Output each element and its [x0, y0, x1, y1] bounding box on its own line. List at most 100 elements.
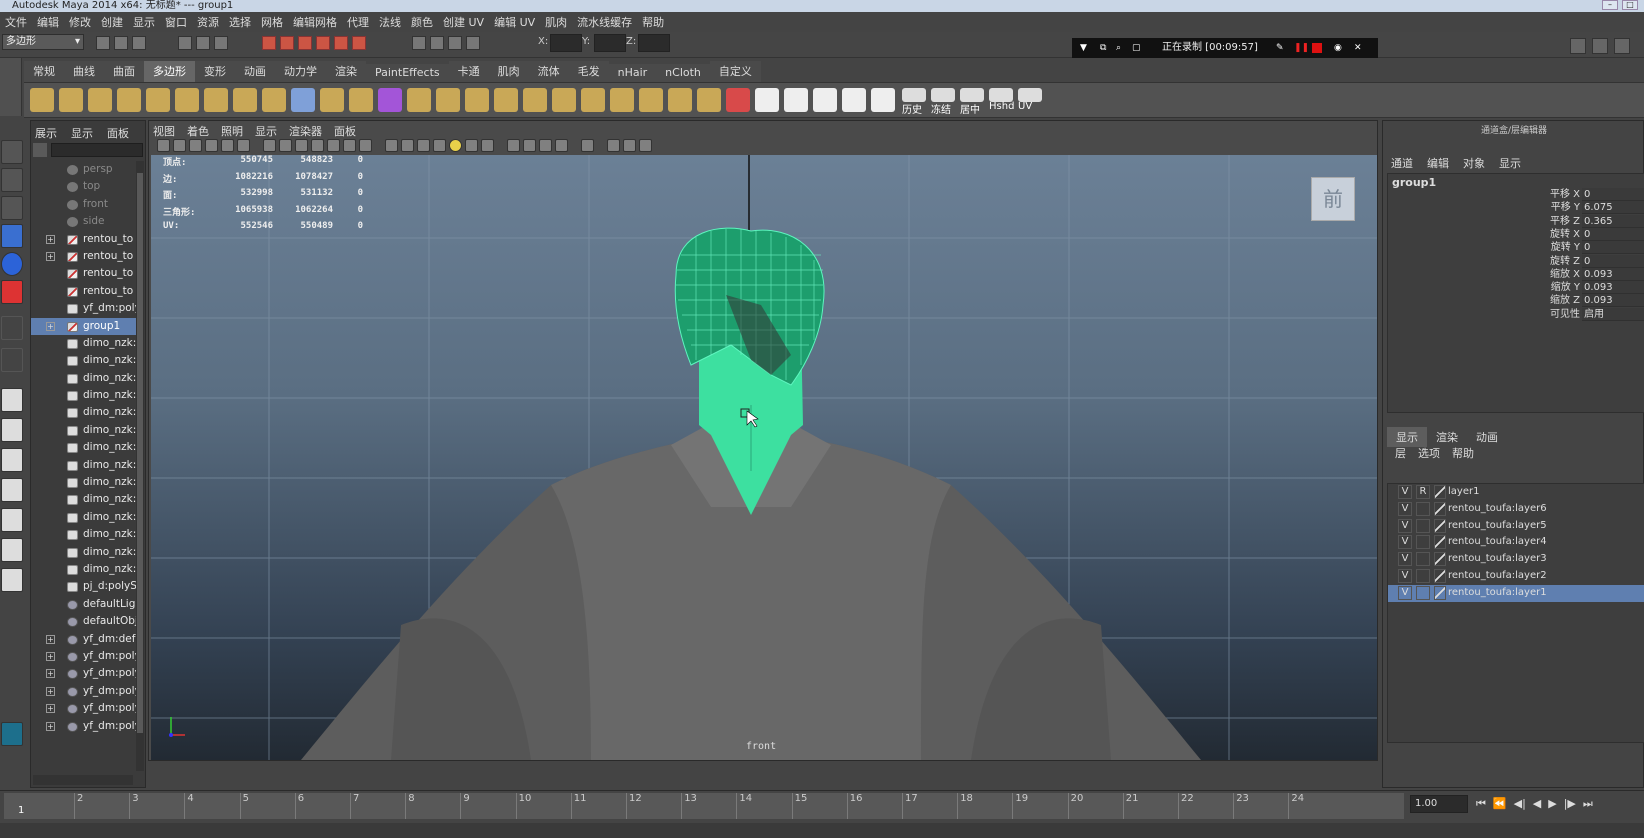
outliner-item[interactable]: + rentou_to [31, 231, 139, 248]
layer-row[interactable]: Vrentou_toufa:layer1 [1388, 584, 1644, 602]
close-icon[interactable]: ✕ [1354, 43, 1364, 53]
channel-value-field[interactable]: 0.093 [1582, 281, 1644, 295]
shelf-tool-icon[interactable] [407, 88, 431, 112]
resolution-gate-icon[interactable] [295, 139, 308, 152]
layer-reference-toggle[interactable] [1416, 568, 1430, 583]
shelf-tab[interactable]: nHair [608, 64, 657, 82]
channel-value-field[interactable]: 0.365 [1582, 214, 1644, 228]
menu-item[interactable]: 肌肉 [545, 14, 567, 30]
outliner-menu-item[interactable]: 面板 [107, 125, 129, 141]
shelf-tab[interactable]: 卡通 [448, 61, 489, 82]
layer-color-swatch[interactable] [1434, 518, 1446, 533]
outliner-item[interactable]: rentou_to [31, 265, 139, 282]
shelf-tool-icon[interactable] [842, 88, 866, 112]
maximize-button[interactable]: □ [1622, 0, 1638, 10]
shelf-tool-icon[interactable] [697, 88, 721, 112]
go-to-start-icon[interactable]: ⏮ [1476, 797, 1486, 811]
outliner-horizontal-scrollbar[interactable] [33, 775, 133, 785]
outliner-item[interactable]: defaultObj [31, 613, 139, 630]
channel-row[interactable]: 平移 Y 6.075 [1388, 201, 1644, 215]
menu-item[interactable]: 窗口 [165, 14, 187, 30]
outliner-item[interactable]: persp [31, 161, 139, 178]
shelf-tool-icon[interactable] [465, 88, 489, 112]
expand-icon[interactable]: + [46, 251, 55, 261]
outliner-item[interactable]: defaultLigh [31, 596, 139, 613]
select-component-icon[interactable] [214, 36, 228, 50]
hypershade-layout-icon[interactable] [1, 508, 23, 532]
layer-visibility-toggle[interactable]: V [1398, 585, 1412, 600]
select-object-icon[interactable] [196, 36, 210, 50]
expand-icon[interactable]: + [46, 686, 55, 696]
channel-box-menu-item[interactable]: 通道 [1391, 155, 1413, 171]
expand-icon[interactable]: + [46, 704, 55, 714]
channel-row[interactable]: 旋转 Y0 [1388, 241, 1644, 255]
viewport-menu-item[interactable]: 着色 [187, 123, 209, 139]
wireframe-on-shaded-icon[interactable] [417, 139, 430, 152]
channel-box-menu-item[interactable]: 对象 [1463, 155, 1485, 171]
layer-color-swatch[interactable] [1434, 585, 1446, 600]
channel-row[interactable]: 平移 X0 [1388, 188, 1644, 201]
shelf-tool-icon[interactable] [784, 88, 808, 112]
filter-icon[interactable] [33, 143, 47, 157]
tool-settings-icon[interactable] [1592, 38, 1608, 54]
persp-outliner-layout-icon[interactable] [1, 448, 23, 472]
shelf-tool-icon[interactable] [30, 88, 54, 112]
shelf-tool-icon[interactable] [610, 88, 634, 112]
xray-joints-icon[interactable] [639, 139, 652, 152]
outliner-item[interactable]: dimo_nzk: [31, 544, 139, 561]
outliner-filter-input[interactable] [51, 143, 143, 157]
outliner-item[interactable]: dimo_nzk: [31, 457, 139, 474]
viewport-menu-item[interactable]: 照明 [221, 123, 243, 139]
outliner-item[interactable]: dimo_nzk: [31, 491, 139, 508]
outliner-layout-icon[interactable] [1, 538, 23, 562]
expand-icon[interactable]: + [46, 721, 55, 731]
menu-item[interactable]: 编辑网格 [293, 14, 337, 30]
wireframe-icon[interactable] [385, 139, 398, 152]
menu-item[interactable]: 编辑 [37, 14, 59, 30]
channel-row[interactable]: 缩放 Z 0.093 [1388, 294, 1644, 308]
layer-row[interactable]: Vrentou_toufa:layer4 [1388, 534, 1644, 551]
layer-visibility-toggle[interactable]: V [1398, 518, 1412, 533]
xray-icon[interactable] [607, 139, 620, 152]
shelf-tool-icon[interactable] [668, 88, 692, 112]
outliner-item[interactable]: front [31, 196, 139, 213]
expand-icon[interactable]: + [46, 651, 55, 661]
shelf-tool-icon[interactable] [88, 88, 112, 112]
outliner-menu-item[interactable]: 显示 [71, 125, 93, 141]
pen-icon[interactable]: ✎ [1276, 43, 1286, 53]
shelf-tool-icon[interactable] [175, 88, 199, 112]
viewport-menu-item[interactable]: 面板 [334, 123, 356, 139]
gate-mask-icon[interactable] [311, 139, 324, 152]
layer-visibility-toggle[interactable]: V [1398, 501, 1412, 516]
move-tool-icon[interactable] [1, 224, 23, 248]
menu-item[interactable]: 法线 [379, 14, 401, 30]
shelf-tool-icon[interactable] [871, 88, 895, 112]
new-scene-icon[interactable] [96, 36, 110, 50]
shelf-tool-icon[interactable] [1018, 88, 1042, 102]
shelf-tool-icon[interactable] [291, 88, 315, 112]
menu-item[interactable]: 选择 [229, 14, 251, 30]
outliner-item[interactable]: dimo_nzk: [31, 422, 139, 439]
outliner-item[interactable]: + yf_dm:poly [31, 683, 139, 700]
shelf-tab[interactable]: 曲面 [104, 61, 144, 82]
outliner-menu-item[interactable]: 展示 [35, 125, 57, 141]
channel-value-field[interactable]: 0.093 [1582, 294, 1644, 308]
step-forward-frame-icon[interactable]: |▶ [1564, 797, 1576, 811]
render-view-icon[interactable] [412, 36, 426, 50]
dope-sheet-layout-icon[interactable] [1, 568, 23, 592]
outliner-item[interactable]: dimo_nzk: [31, 335, 139, 352]
play-backward-icon[interactable]: ◀ [1533, 797, 1541, 811]
isolate-select-icon[interactable] [581, 139, 594, 152]
twod-pan-icon[interactable] [221, 139, 234, 152]
shelf-tab[interactable]: nCloth [656, 64, 710, 82]
channel-box-icon[interactable] [1614, 38, 1630, 54]
channel-value-field[interactable]: 6.075 [1582, 201, 1644, 215]
multisample-icon[interactable] [523, 139, 536, 152]
layer-reference-toggle[interactable] [1416, 518, 1430, 533]
layer-editor-tab[interactable]: 渲染 [1427, 427, 1467, 447]
xray-active-icon[interactable] [623, 139, 636, 152]
minimize-button[interactable]: – [1602, 0, 1618, 10]
channel-row[interactable]: 缩放 X 0.093 [1388, 267, 1644, 281]
menu-item[interactable]: 文件 [5, 14, 27, 30]
select-hierarchy-icon[interactable] [178, 36, 192, 50]
